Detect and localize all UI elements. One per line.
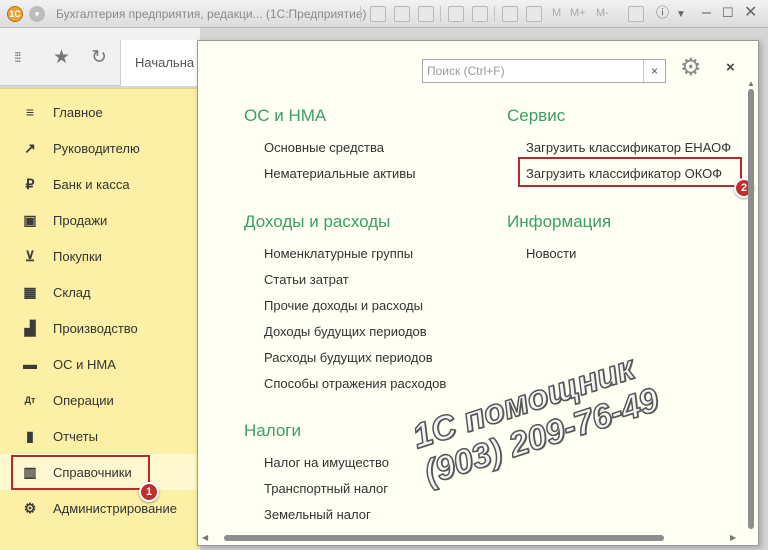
window-title: Бухгалтерия предприятия, редакци... (1С:… [56, 7, 367, 21]
section-title-service: Сервис [507, 106, 566, 125]
scroll-left-icon[interactable]: ◀ [202, 533, 208, 542]
chevron-down-icon[interactable]: ▼ [676, 6, 686, 24]
vertical-scrollbar[interactable]: ▲ [745, 79, 757, 531]
sidebar-item-label: Отчеты [53, 429, 98, 444]
horizontal-scrollbar[interactable]: ◀ ▶ [198, 531, 745, 545]
bar-chart-icon: ▮ [26, 428, 34, 444]
app-logo-icon[interactable]: 1С [7, 6, 23, 22]
link-intangible-assets[interactable]: Нематериальные активы [264, 166, 416, 181]
link-news[interactable]: Новости [526, 246, 576, 261]
search-clear-icon[interactable]: × [643, 60, 665, 82]
save-icon[interactable] [370, 6, 386, 22]
scroll-thumb[interactable] [748, 89, 754, 529]
star-icon[interactable]: ★ [53, 48, 70, 67]
debit-credit-icon: Дт [24, 395, 36, 405]
sidebar-item-main[interactable]: ≡ Главное [0, 94, 196, 130]
link-deferred-expenses[interactable]: Расходы будущих периодов [264, 350, 433, 365]
link-land-tax[interactable]: Земельный налог [264, 507, 371, 522]
calendar-icon[interactable] [502, 6, 518, 22]
toolbar-separator [440, 6, 441, 22]
scroll-right-icon[interactable]: ▶ [730, 533, 736, 542]
link-deferred-income[interactable]: Доходы будущих периодов [264, 324, 427, 339]
sidebar-item-operations[interactable]: Дт Операции [0, 382, 196, 418]
minimize-button[interactable]: – [702, 4, 711, 22]
favorites-icon[interactable] [472, 6, 488, 22]
cart-icon: ⊻ [24, 248, 36, 264]
sidebar-item-purchases[interactable]: ⊻ Покупки [0, 238, 196, 274]
sidebar-item-bank[interactable]: ₽ Банк и касса [0, 166, 196, 202]
sidebar-item-label: Главное [53, 105, 103, 120]
link-property-tax[interactable]: Налог на имущество [264, 455, 389, 470]
link-cost-items[interactable]: Статьи затрат [264, 272, 349, 287]
settings-gear-icon[interactable]: ⚙ [680, 56, 702, 80]
sidebar-item-assets[interactable]: ▬ ОС и НМА [0, 346, 196, 382]
trend-icon: ↗ [24, 140, 36, 156]
menu-lines-icon: ≡ [25, 104, 35, 120]
scroll-thumb[interactable] [224, 535, 664, 541]
tab-home[interactable]: Начальна [120, 40, 200, 86]
truck-icon: ▬ [23, 356, 37, 372]
toolbar-separator [360, 6, 361, 22]
sidebar-item-reports[interactable]: ▮ Отчеты [0, 418, 196, 454]
section-title-taxes: Налоги [244, 421, 301, 440]
window-list-icon[interactable] [628, 6, 644, 22]
shopping-bag-icon: ▣ [23, 212, 37, 228]
scroll-up-icon[interactable]: ▲ [747, 79, 755, 88]
sidebar-item-label: Руководителю [53, 141, 140, 156]
close-window-button[interactable]: ✕ [744, 4, 757, 22]
calculator-icon[interactable] [526, 6, 542, 22]
sidebar-item-production[interactable]: ▟ Производство [0, 310, 196, 346]
sidebar-item-label: Производство [53, 321, 138, 336]
section-title-os: ОС и НМА [244, 106, 327, 125]
memory-button[interactable]: M [552, 7, 561, 19]
gear-icon: ⚙ [23, 500, 37, 516]
highlight-frame [518, 157, 742, 187]
sidebar-item-label: Покупки [53, 249, 102, 264]
factory-icon: ▟ [24, 320, 36, 336]
link-item-groups[interactable]: Номенклатурные группы [264, 246, 413, 261]
memory-minus-button[interactable]: M- [596, 7, 609, 19]
info-icon[interactable]: ⓘ [656, 4, 669, 22]
search-box: × [422, 59, 666, 83]
print-icon[interactable] [394, 6, 410, 22]
step-marker-1: 1 [139, 482, 159, 502]
ruble-coin-icon: ₽ [25, 176, 35, 192]
sidebar-item-label: Администрирование [53, 501, 177, 516]
warehouse-grid-icon: ▦ [23, 284, 37, 300]
link-other-income[interactable]: Прочие доходы и расходы [264, 298, 423, 313]
section-title-income: Доходы и расходы [244, 212, 391, 231]
preview-icon[interactable] [418, 6, 434, 22]
search-input[interactable] [423, 60, 645, 82]
link-load-enaof[interactable]: Загрузить классификатор ЕНАОФ [526, 140, 731, 155]
apps-grid-icon[interactable]: ⁞⁞⁞ [14, 48, 22, 67]
sidebar-item-label: ОС и НМА [53, 357, 116, 372]
tab-home-label: Начальна [135, 55, 195, 70]
sidebar-item-sales[interactable]: ▣ Продажи [0, 202, 196, 238]
sidebar-item-manager[interactable]: ↗ Руководителю [0, 130, 196, 166]
history-icon[interactable]: ↻ [91, 48, 107, 67]
toolbar-separator [494, 6, 495, 22]
link-transport-tax[interactable]: Транспортный налог [264, 481, 388, 496]
sidebar-item-label: Продажи [53, 213, 108, 228]
close-panel-button[interactable]: × [726, 60, 735, 76]
sidebar-item-label: Склад [53, 285, 91, 300]
link-expense-methods[interactable]: Способы отражения расходов [264, 376, 446, 391]
main-menu-icon[interactable]: ▾ [29, 6, 45, 22]
sidebar-item-admin[interactable]: ⚙ Администрирование [0, 490, 196, 526]
sidebar-item-label: Банк и касса [53, 177, 130, 192]
link-fixed-assets[interactable]: Основные средства [264, 140, 384, 155]
section-title-info: Информация [507, 212, 612, 231]
highlight-frame [11, 455, 150, 490]
links-icon[interactable] [448, 6, 464, 22]
maximize-button[interactable]: ☐ [722, 4, 734, 22]
memory-plus-button[interactable]: M+ [570, 7, 586, 19]
sidebar-item-warehouse[interactable]: ▦ Склад [0, 274, 196, 310]
title-bar: 1С ▾ Бухгалтерия предприятия, редакци...… [0, 0, 768, 28]
sidebar-item-label: Операции [53, 393, 114, 408]
